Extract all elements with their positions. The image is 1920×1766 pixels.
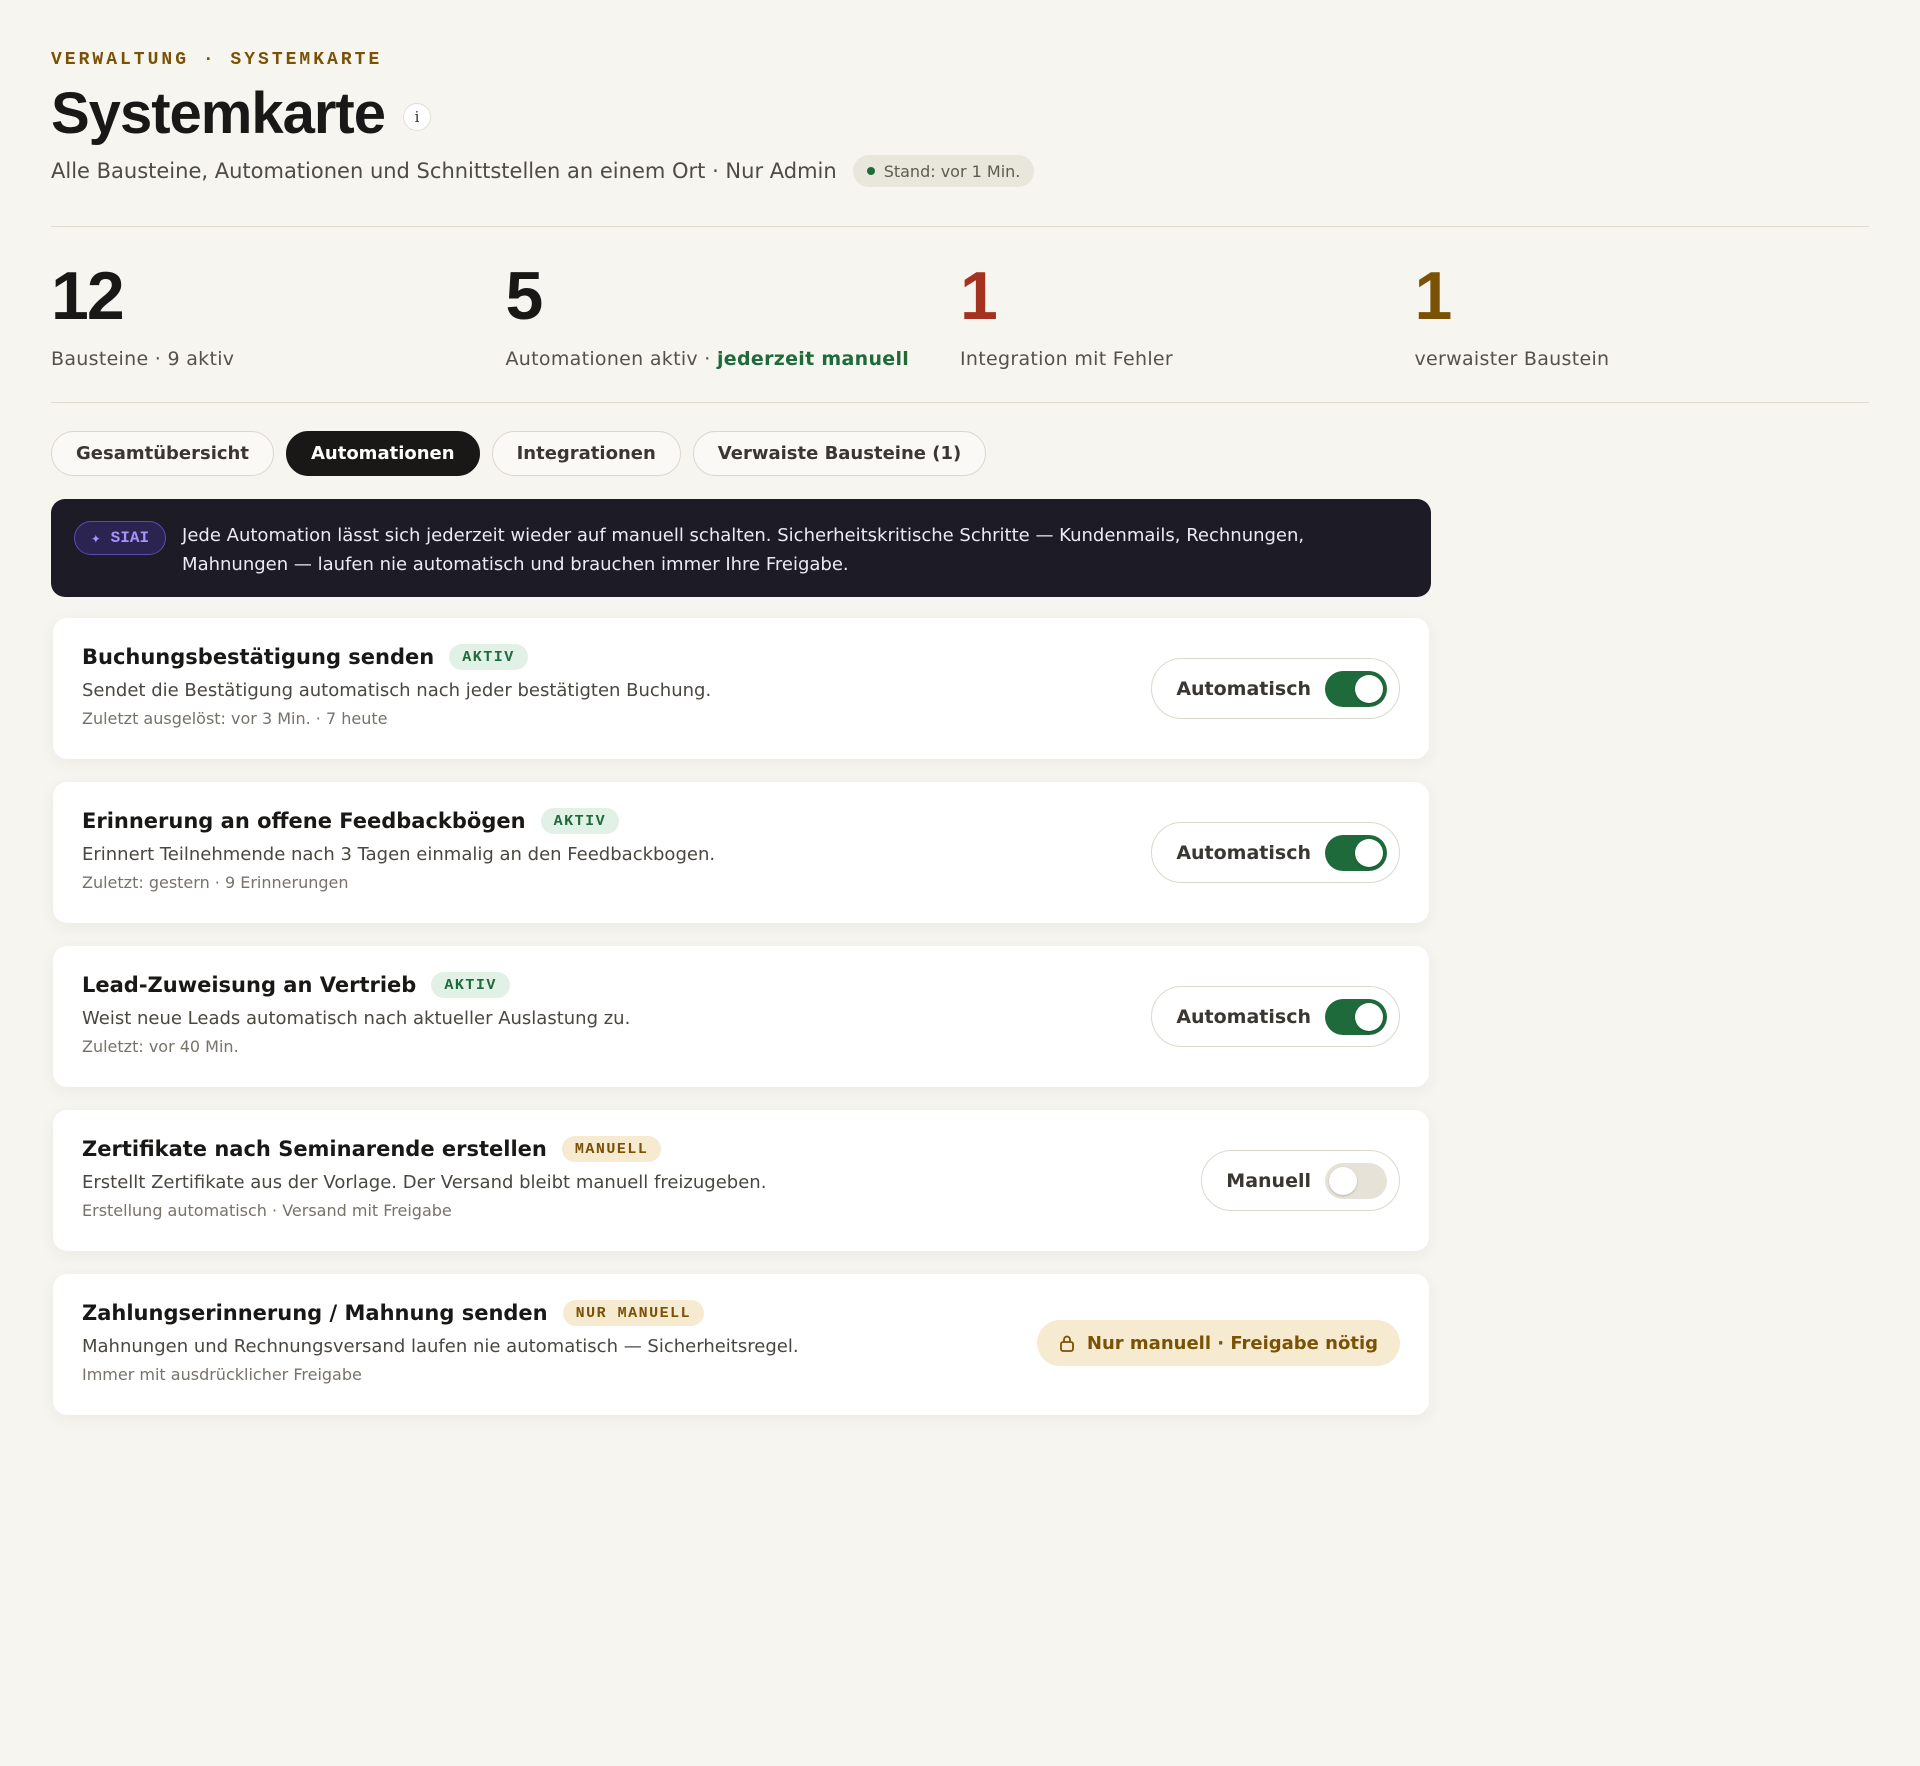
stat-value: 5 xyxy=(505,258,544,334)
card-title: Buchungsbestätigung senden xyxy=(82,645,435,669)
toggle-label: Manuell xyxy=(1226,1169,1311,1192)
divider xyxy=(51,402,1869,403)
stat-label: Integration mit Fehler xyxy=(960,348,1174,370)
status-badge: Stand: vor 1 Min. xyxy=(852,155,1035,187)
page-title: Systemkarte xyxy=(51,81,386,146)
card-head: Zertifikate nach Seminarende erstellen M… xyxy=(82,1136,1400,1162)
lock-icon xyxy=(1059,1335,1074,1352)
mode-toggle[interactable]: Manuell xyxy=(1201,1150,1400,1211)
toggle-knob xyxy=(1355,1002,1383,1031)
stat-verwaist: 1 verwaister Baustein xyxy=(1415,260,1870,370)
info-banner: ✦ SIAI Jede Automation lässt sich jederz… xyxy=(51,499,1431,597)
stat-label: Automationen aktiv · jederzeit manuell xyxy=(506,348,961,370)
stat-label: verwaister Baustein xyxy=(1414,348,1610,370)
sparkle-icon: ✦ xyxy=(91,530,101,548)
status-badge: MANUELL xyxy=(561,1136,662,1162)
banner-text: Jede Automation lässt sich jederzeit wie… xyxy=(182,525,1305,575)
toggle-label: Automatisch xyxy=(1176,841,1311,864)
mode-toggle[interactable]: Automatisch xyxy=(1151,986,1400,1047)
card-meta: Erstellung automatisch · Versand mit Fre… xyxy=(82,1201,452,1220)
toggle-switch[interactable] xyxy=(1325,670,1387,707)
toggle-switch[interactable] xyxy=(1325,998,1387,1035)
tab-verwaiste-bausteine[interactable]: Verwaiste Bausteine (1) xyxy=(692,431,987,476)
mode-toggle[interactable]: Automatisch xyxy=(1151,822,1400,883)
stat-integration-fehler: 1 Integration mit Fehler xyxy=(960,260,1415,370)
siai-badge-label: SIAI xyxy=(110,529,150,547)
manual-only-label: Nur manuell · Freigabe nötig xyxy=(1086,1332,1378,1354)
status-badge: AKTIV xyxy=(540,808,620,834)
toggle-label: Automatisch xyxy=(1176,1005,1311,1028)
card-title: Zertifikate nach Seminarende erstellen xyxy=(82,1137,547,1161)
toggle-knob xyxy=(1355,674,1383,703)
stat-label-accent: jederzeit manuell xyxy=(716,348,910,370)
status-text: Stand: vor 1 Min. xyxy=(883,161,1021,181)
stat-value: 12 xyxy=(51,258,125,334)
stat-label-text: Automationen aktiv · xyxy=(505,348,711,370)
stat-bausteine: 12 Bausteine · 9 aktiv xyxy=(51,260,506,370)
tab-bar: Gesamtübersicht Automationen Integration… xyxy=(51,431,987,476)
toggle-switch[interactable] xyxy=(1325,1162,1387,1199)
card-meta: Immer mit ausdrücklicher Freigabe xyxy=(82,1365,362,1384)
tab-gesamtuebersicht[interactable]: Gesamtübersicht xyxy=(51,431,274,476)
siai-badge: ✦ SIAI xyxy=(74,521,167,555)
automation-card: Buchungsbestätigung senden AKTIV Sendet … xyxy=(53,618,1429,759)
manual-only-badge: Nur manuell · Freigabe nötig xyxy=(1036,1320,1400,1366)
status-dot-icon xyxy=(866,167,875,175)
stats-row: 12 Bausteine · 9 aktiv 5 Automationen ak… xyxy=(51,260,1869,370)
automation-card: Lead-Zuweisung an Vertrieb AKTIV Weist n… xyxy=(53,946,1429,1087)
page-subtitle: Alle Bausteine, Automationen und Schnitt… xyxy=(51,159,837,183)
automation-card: Erinnerung an offene Feedbackbögen AKTIV… xyxy=(53,782,1429,923)
toggle-label: Automatisch xyxy=(1176,677,1311,700)
toggle-knob xyxy=(1355,838,1383,867)
subtitle-row: Alle Bausteine, Automationen und Schnitt… xyxy=(51,155,1035,187)
status-badge: AKTIV xyxy=(449,644,528,670)
stat-value: 1 xyxy=(960,258,998,334)
title-row: Systemkarte i xyxy=(51,80,431,147)
stat-automationen: 5 Automationen aktiv · jederzeit manuell xyxy=(506,260,961,370)
stat-label: Bausteine · 9 aktiv xyxy=(51,348,235,370)
toggle-knob xyxy=(1329,1166,1357,1195)
tab-integrationen[interactable]: Integrationen xyxy=(491,431,681,476)
divider xyxy=(51,226,1869,227)
tab-automationen[interactable]: Automationen xyxy=(285,431,480,476)
info-icon[interactable]: i xyxy=(403,102,431,131)
status-badge: AKTIV xyxy=(431,972,510,998)
card-title: Lead-Zuweisung an Vertrieb xyxy=(82,973,417,997)
status-badge: NUR MANUELL xyxy=(562,1300,705,1326)
automation-card: Zertifikate nach Seminarende erstellen M… xyxy=(53,1110,1429,1251)
breadcrumb: VERWALTUNG · SYSTEMKARTE xyxy=(51,50,383,70)
card-title: Zahlungserinnerung / Mahnung senden xyxy=(82,1301,548,1325)
card-title: Erinnerung an offene Feedbackbögen xyxy=(82,809,526,833)
page: VERWALTUNG · SYSTEMKARTE Systemkarte i A… xyxy=(0,0,1920,1766)
toggle-switch[interactable] xyxy=(1325,834,1387,871)
automation-card: Zahlungserinnerung / Mahnung senden NUR … xyxy=(53,1274,1429,1415)
mode-toggle[interactable]: Automatisch xyxy=(1151,658,1400,719)
stat-value: 1 xyxy=(1414,258,1453,334)
